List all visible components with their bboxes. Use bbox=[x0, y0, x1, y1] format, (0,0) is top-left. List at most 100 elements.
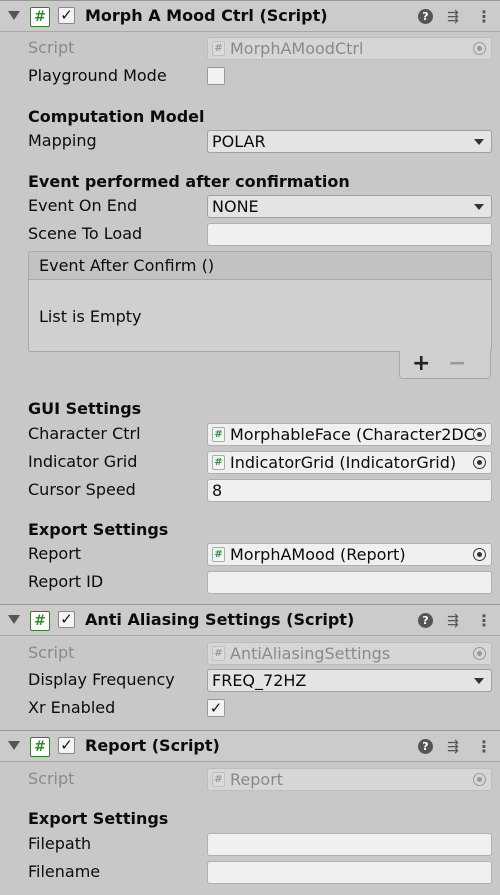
presets-icon[interactable]: ⇶ bbox=[445, 613, 461, 629]
help-icon[interactable]: ? bbox=[418, 9, 433, 24]
script-label: Script bbox=[28, 38, 75, 57]
xr-enabled-label: Xr Enabled bbox=[28, 698, 116, 717]
script-label: Script bbox=[28, 643, 75, 662]
script-row: Script # AntiAliasingSettings bbox=[0, 642, 500, 666]
playground-mode-checkbox[interactable] bbox=[207, 67, 225, 85]
context-menu-icon[interactable]: ⋮ bbox=[476, 737, 492, 757]
display-frequency-row: Display Frequency FREQ_72HZ bbox=[0, 669, 500, 693]
character-ctrl-value: MorphableFace (Character2DC bbox=[230, 425, 475, 444]
event-list-empty-text: List is Empty bbox=[39, 307, 142, 326]
object-picker-icon[interactable] bbox=[473, 456, 486, 469]
scene-to-load-row: Scene To Load bbox=[0, 223, 500, 247]
cursor-speed-input[interactable]: 8 bbox=[207, 479, 492, 502]
component-title: Morph A Mood Ctrl (Script) bbox=[85, 6, 328, 25]
foldout-arrow-icon[interactable] bbox=[8, 615, 20, 624]
script-mini-icon: # bbox=[212, 772, 225, 787]
gui-settings-header: GUI Settings bbox=[28, 399, 142, 418]
event-list-title: Event After Confirm () bbox=[39, 256, 215, 275]
xr-enabled-row: Xr Enabled ✓ bbox=[0, 697, 500, 721]
cursor-speed-label: Cursor Speed bbox=[28, 480, 136, 499]
presets-icon[interactable]: ⇶ bbox=[445, 9, 461, 25]
component-header-report[interactable]: # ✓ Report (Script) ? ⇶ ⋮ bbox=[0, 730, 500, 762]
component-header-anti-aliasing-settings[interactable]: # ✓ Anti Aliasing Settings (Script) ? ⇶ … bbox=[0, 604, 500, 636]
scene-to-load-label: Scene To Load bbox=[28, 224, 143, 243]
script-icon: # bbox=[30, 7, 50, 27]
foldout-arrow-icon[interactable] bbox=[8, 11, 20, 20]
filename-label: Filename bbox=[28, 862, 101, 881]
report-object-field[interactable]: # MorphAMood (Report) bbox=[207, 543, 492, 566]
object-picker-icon bbox=[473, 773, 486, 786]
display-frequency-value: FREQ_72HZ bbox=[212, 671, 307, 690]
playground-mode-row: Playground Mode bbox=[0, 65, 500, 89]
list-remove-button[interactable]: − bbox=[448, 351, 466, 377]
foldout-arrow-icon[interactable] bbox=[8, 741, 20, 750]
script-row: Script # MorphAMoodCtrl bbox=[0, 37, 500, 61]
list-add-button[interactable]: + bbox=[412, 351, 430, 377]
filename-input[interactable] bbox=[207, 861, 492, 884]
report-row: Report # MorphAMood (Report) bbox=[0, 543, 500, 567]
script-icon: # bbox=[30, 737, 50, 757]
character-ctrl-label: Character Ctrl bbox=[28, 424, 141, 443]
context-menu-icon[interactable]: ⋮ bbox=[476, 611, 492, 631]
indicator-grid-object-field[interactable]: # IndicatorGrid (IndicatorGrid) bbox=[207, 451, 492, 474]
script-value: AntiAliasingSettings bbox=[230, 644, 391, 663]
indicator-grid-row: Indicator Grid # IndicatorGrid (Indicato… bbox=[0, 451, 500, 475]
object-picker-icon bbox=[473, 42, 486, 55]
component-enabled-checkbox[interactable]: ✓ bbox=[58, 611, 75, 628]
export-settings-header: Export Settings bbox=[28, 809, 169, 828]
script-value: MorphAMoodCtrl bbox=[230, 39, 364, 58]
report-id-row: Report ID bbox=[0, 571, 500, 595]
component-enabled-checkbox[interactable]: ✓ bbox=[58, 7, 75, 24]
computation-model-header: Computation Model bbox=[28, 107, 205, 126]
mapping-label: Mapping bbox=[28, 131, 97, 150]
component-enabled-checkbox[interactable]: ✓ bbox=[58, 737, 75, 754]
object-picker-icon[interactable] bbox=[473, 428, 486, 441]
script-mini-icon: # bbox=[212, 646, 225, 661]
event-after-confirm-list: Event After Confirm () List is Empty bbox=[28, 251, 492, 352]
script-value: Report bbox=[230, 770, 284, 789]
display-frequency-dropdown[interactable]: FREQ_72HZ bbox=[207, 669, 492, 692]
script-object-field: # Report bbox=[207, 768, 492, 791]
filepath-input[interactable] bbox=[207, 833, 492, 856]
mapping-value: POLAR bbox=[212, 132, 266, 151]
filepath-row: Filepath bbox=[0, 833, 500, 857]
mapping-dropdown[interactable]: POLAR bbox=[207, 130, 492, 153]
help-icon[interactable]: ? bbox=[418, 613, 433, 628]
script-icon: # bbox=[30, 611, 50, 631]
chevron-down-icon bbox=[474, 139, 484, 145]
display-frequency-label: Display Frequency bbox=[28, 670, 175, 689]
object-picker-icon bbox=[473, 647, 486, 660]
object-picker-icon[interactable] bbox=[473, 548, 486, 561]
script-row: Script # Report bbox=[0, 768, 500, 792]
component-title: Report (Script) bbox=[85, 736, 220, 755]
mapping-row: Mapping POLAR bbox=[0, 130, 500, 154]
event-list-header: Event After Confirm () bbox=[29, 252, 491, 280]
event-on-end-dropdown[interactable]: NONE bbox=[207, 195, 492, 218]
script-mini-icon: # bbox=[212, 41, 225, 56]
script-object-field: # AntiAliasingSettings bbox=[207, 642, 492, 665]
xr-enabled-checkbox[interactable]: ✓ bbox=[207, 699, 225, 717]
cursor-speed-row: Cursor Speed 8 bbox=[0, 479, 500, 503]
character-ctrl-row: Character Ctrl # MorphableFace (Characte… bbox=[0, 423, 500, 447]
event-on-end-row: Event On End NONE bbox=[0, 195, 500, 219]
help-icon[interactable]: ? bbox=[418, 739, 433, 754]
presets-icon[interactable]: ⇶ bbox=[445, 739, 461, 755]
indicator-grid-value: IndicatorGrid (IndicatorGrid) bbox=[230, 453, 457, 472]
indicator-grid-label: Indicator Grid bbox=[28, 452, 138, 471]
component-title: Anti Aliasing Settings (Script) bbox=[85, 610, 355, 629]
chevron-down-icon bbox=[474, 678, 484, 684]
character-ctrl-object-field[interactable]: # MorphableFace (Character2DC bbox=[207, 423, 492, 446]
report-id-input[interactable] bbox=[207, 571, 492, 594]
scene-to-load-input[interactable] bbox=[207, 223, 492, 246]
context-menu-icon[interactable]: ⋮ bbox=[476, 7, 492, 27]
report-value: MorphAMood (Report) bbox=[230, 545, 406, 564]
chevron-down-icon bbox=[474, 204, 484, 210]
script-object-field: # MorphAMoodCtrl bbox=[207, 37, 492, 60]
event-on-end-label: Event On End bbox=[28, 196, 138, 215]
component-header-morph-a-mood-ctrl[interactable]: # ✓ Morph A Mood Ctrl (Script) ? ⇶ ⋮ bbox=[0, 0, 500, 32]
report-id-label: Report ID bbox=[28, 572, 104, 591]
filepath-label: Filepath bbox=[28, 834, 92, 853]
filename-row: Filename bbox=[0, 861, 500, 885]
script-mini-icon: # bbox=[212, 455, 225, 470]
script-mini-icon: # bbox=[212, 427, 225, 442]
